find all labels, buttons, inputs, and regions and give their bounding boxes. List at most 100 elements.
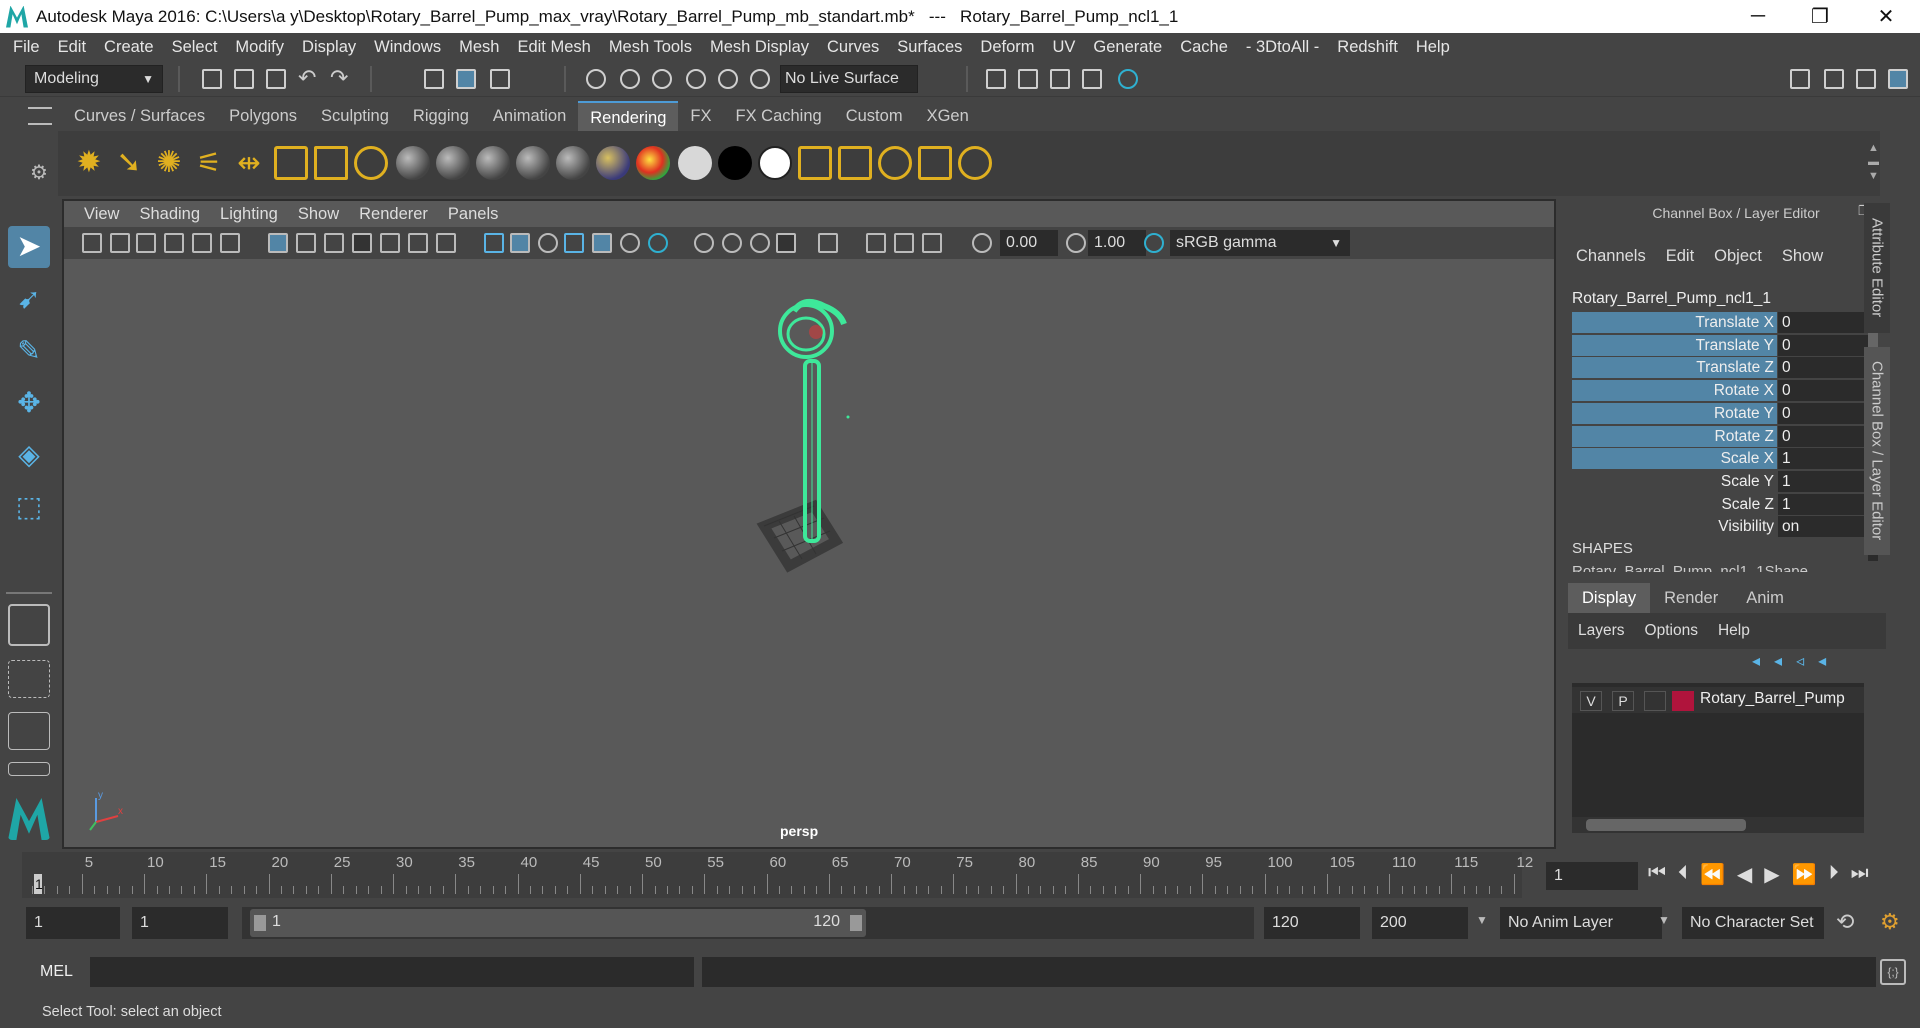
vp-menu-show[interactable]: Show (288, 205, 349, 224)
step-back-key-icon[interactable]: ⏪ (1700, 862, 1725, 887)
menu-cache[interactable]: Cache (1171, 38, 1237, 57)
viewport-panel[interactable]: View Shading Lighting Show Renderer Pane… (62, 199, 1556, 849)
render-settings-window-icon[interactable] (1082, 69, 1102, 89)
layer-visibility-toggle[interactable]: V (1580, 691, 1602, 711)
hypershade-icon[interactable] (1118, 69, 1138, 89)
maya-home-icon[interactable] (8, 798, 50, 840)
ambient-light-icon[interactable]: ✹ (72, 146, 106, 180)
layout-toggle-icon[interactable] (8, 762, 50, 776)
side-tab-channel-box[interactable]: Channel Box / Layer Editor (1864, 347, 1890, 555)
paint-select-tool-icon[interactable]: ✎ (8, 330, 50, 372)
four-view-layout-icon[interactable] (8, 660, 50, 698)
vp-menu-panels[interactable]: Panels (438, 205, 508, 224)
channel-label[interactable]: Scale Y (1572, 471, 1777, 492)
textured-icon[interactable] (592, 233, 612, 253)
channel-row[interactable]: Rotate Z0 (1572, 425, 1868, 448)
animation-preferences-icon[interactable]: ⚙ (1880, 909, 1900, 935)
channel-label[interactable]: Translate Z (1572, 357, 1777, 379)
menu-surfaces[interactable]: Surfaces (888, 38, 971, 57)
channel-row[interactable]: Translate X0 (1572, 312, 1868, 334)
area-light-icon[interactable]: ⇹ (232, 146, 266, 180)
channel-value-field[interactable]: 0 (1778, 312, 1868, 333)
live-surface-field[interactable]: No Live Surface (780, 65, 918, 93)
character-set-dropdown[interactable]: No Character Set (1682, 907, 1824, 939)
cb-menu-channels[interactable]: Channels (1566, 247, 1656, 273)
tab-curves-surfaces[interactable]: Curves / Surfaces (62, 101, 217, 131)
playback-start-field[interactable]: 1 (132, 907, 228, 939)
lasso-tool-icon[interactable]: ➹ (8, 278, 50, 320)
current-frame-field[interactable]: 1 (1546, 862, 1638, 890)
tab-rendering[interactable]: Rendering (578, 101, 679, 131)
layer-action-icons[interactable]: ◂◂◃◂ (1752, 651, 1840, 671)
channel-label[interactable]: Scale X (1572, 448, 1777, 470)
snap-curve-icon[interactable] (620, 69, 640, 89)
snap-view-plane-icon[interactable] (686, 69, 706, 89)
step-back-frame-icon[interactable]: ⏴ (1678, 862, 1688, 887)
script-editor-icon[interactable]: {;} (1880, 959, 1906, 985)
scale-tool-icon[interactable]: ⬚ (8, 486, 50, 528)
gamma-field[interactable]: 1.00 (1088, 230, 1146, 256)
use-background-icon[interactable] (718, 146, 752, 180)
render-settings-icon[interactable] (986, 69, 1006, 89)
snap-live-icon[interactable] (718, 69, 738, 89)
channel-label[interactable]: Scale Z (1572, 494, 1777, 515)
volume-light-icon[interactable] (274, 146, 308, 180)
channel-value-field[interactable]: 1 (1778, 470, 1868, 492)
channel-row[interactable]: Scale Z1 (1572, 493, 1868, 516)
tab-fx[interactable]: FX (678, 101, 723, 131)
select-tool-icon[interactable]: ➤ (8, 226, 50, 268)
menu-select[interactable]: Select (163, 38, 227, 57)
single-perspective-layout-icon[interactable] (8, 604, 50, 646)
menu-help[interactable]: Help (1407, 38, 1459, 57)
move-tool-icon[interactable]: ✥ (8, 382, 50, 424)
color-space-dropdown[interactable]: sRGB gamma ▼ (1170, 230, 1350, 256)
channel-row[interactable]: Rotate X0 (1572, 380, 1868, 402)
surface-shader-icon[interactable] (678, 146, 712, 180)
phonge-material-icon[interactable] (516, 146, 550, 180)
smooth-shade-icon[interactable] (510, 233, 530, 253)
go-to-start-icon[interactable]: ⏮ (1648, 862, 1666, 887)
vp-menu-lighting[interactable]: Lighting (210, 205, 288, 224)
channel-value-field[interactable]: on (1778, 516, 1868, 538)
channel-label[interactable]: Rotate X (1572, 380, 1777, 402)
attribute-editor-toggle-icon[interactable] (1824, 69, 1844, 89)
layer-name[interactable]: Rotary_Barrel_Pump (1700, 690, 1845, 708)
range-slider[interactable]: 1 120 (242, 907, 1254, 939)
open-scene-icon[interactable] (234, 69, 254, 89)
snap-point-icon[interactable] (652, 69, 672, 89)
channel-box-toggle-icon[interactable] (1888, 69, 1908, 89)
tab-rigging[interactable]: Rigging (401, 101, 481, 131)
default-material-icon[interactable] (538, 233, 558, 253)
camera-select-icon[interactable] (82, 233, 102, 253)
tab-sculpting[interactable]: Sculpting (309, 101, 401, 131)
persp-outliner-layout-icon[interactable] (8, 712, 50, 750)
menu-uv[interactable]: UV (1044, 38, 1085, 57)
shelf-settings-gear-icon[interactable]: ⚙ (30, 160, 48, 185)
new-scene-icon[interactable] (202, 69, 222, 89)
tab-fx-caching[interactable]: FX Caching (724, 101, 834, 131)
camera-attributes-icon[interactable] (110, 233, 130, 253)
channel-value-field[interactable]: 0 (1778, 425, 1868, 447)
menu-display[interactable]: Display (293, 38, 365, 57)
command-input[interactable] (90, 957, 694, 987)
menu-mesh-tools[interactable]: Mesh Tools (600, 38, 701, 57)
channel-row[interactable]: Translate Y0 (1572, 334, 1868, 357)
close-button[interactable]: ✕ (1856, 0, 1916, 33)
channel-row[interactable]: Scale X1 (1572, 448, 1868, 470)
ramp-shader-icon[interactable] (636, 146, 670, 180)
render-settings-shelf-icon[interactable] (878, 146, 912, 180)
channel-value-field[interactable]: 1 (1778, 493, 1868, 515)
channel-row[interactable]: Visibility on (1572, 516, 1868, 538)
menu-3dtoall[interactable]: - 3DtoAll - (1237, 38, 1328, 57)
exposure-icon[interactable] (972, 233, 992, 253)
time-slider[interactable]: 5 10 15 20 25 30 35 40 45 50 55 60 65 70 75 80 85 90 95 100… (22, 852, 1533, 898)
ipr-render-icon[interactable] (1050, 69, 1070, 89)
channel-value-field[interactable]: 0 (1778, 402, 1868, 424)
menu-file[interactable]: File (4, 38, 49, 57)
select-by-hierarchy-icon[interactable] (424, 69, 444, 89)
grease-pencil-icon[interactable] (220, 233, 240, 253)
channel-row[interactable]: Scale Y1 (1572, 470, 1868, 493)
layer-menu-options[interactable]: Options (1635, 622, 1708, 640)
layered-shader-icon[interactable] (596, 146, 630, 180)
command-language-label[interactable]: MEL (40, 963, 73, 981)
